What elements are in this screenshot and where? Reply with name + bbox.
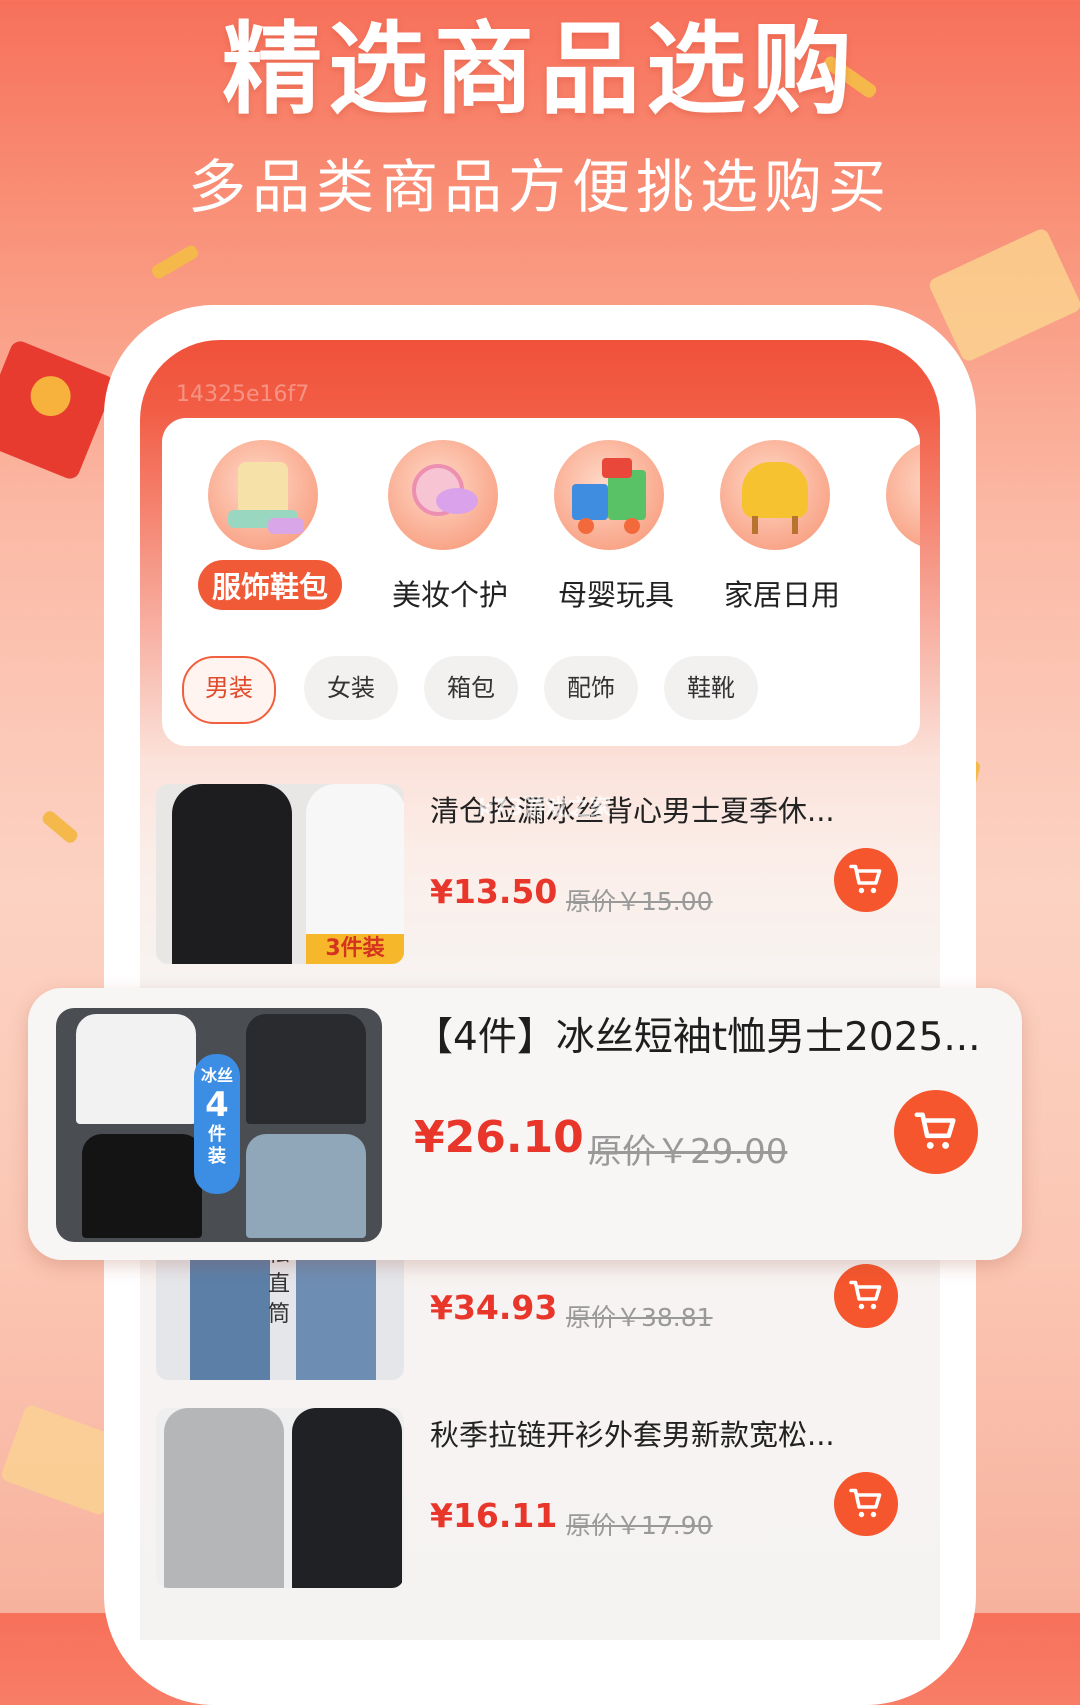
gold-bar-decoration	[927, 226, 1080, 364]
product-image: 3件装	[156, 784, 404, 964]
featured-product-card[interactable]: 冰丝 4 件装 【4件】冰丝短袖t恤男士2025... ¥26.10 原价￥29…	[28, 988, 1022, 1260]
product-title: 秋季拉链开衫外套男新款宽松...	[430, 1418, 835, 1452]
cosmetics-icon	[388, 440, 498, 550]
product-price: ¥13.50	[430, 872, 558, 911]
tab-accessories[interactable]: 配饰	[544, 656, 638, 720]
featured-product-original-price: 原价￥29.00	[588, 1132, 788, 1172]
category-toys[interactable]: 母婴玩具	[544, 440, 674, 618]
outdoor-icon	[886, 440, 920, 550]
category-home[interactable]: 家居日用	[710, 440, 840, 618]
category-label: 服饰鞋包	[198, 560, 343, 610]
featured-product-image: 冰丝 4 件装	[56, 1008, 382, 1242]
apparel-icon	[208, 440, 318, 550]
category-card: 服饰鞋包 美妆个护 母婴玩具 家居日用 男装 女装 箱包 配饰 鞋靴	[162, 418, 920, 746]
add-to-cart-button[interactable]	[834, 848, 898, 912]
badge-number: 4	[205, 1085, 229, 1125]
watermark: k73游戏之家	[478, 796, 612, 821]
category-apparel[interactable]: 服饰鞋包	[198, 440, 343, 610]
ribbon-decoration	[149, 243, 201, 281]
category-cosmetics[interactable]: 美妆个护	[378, 440, 508, 618]
product-item[interactable]: 秋季拉链开衫外套男新款宽松... ¥16.11 原价￥17.90	[156, 1408, 916, 1588]
featured-product-price: ¥26.10	[414, 1112, 584, 1163]
category-label: 家居日用	[724, 578, 841, 612]
armchair-icon	[720, 440, 830, 550]
hero-subtitle: 多品类商品方便挑选购买	[187, 153, 892, 221]
category-label: 美妆个护	[392, 578, 509, 612]
product-price: ¥16.11	[430, 1496, 558, 1535]
cart-icon	[849, 864, 882, 894]
product-price: ¥34.93	[430, 1288, 558, 1327]
add-to-cart-button[interactable]	[834, 1264, 898, 1328]
featured-badge: 冰丝 4 件装	[194, 1054, 240, 1194]
product-image	[156, 1408, 404, 1588]
red-envelope-decoration	[0, 338, 117, 482]
product-original-price: 原价￥38.81	[566, 1303, 713, 1332]
featured-add-to-cart-button[interactable]	[894, 1090, 978, 1174]
cart-icon	[849, 1488, 882, 1518]
badge-label: 冰丝	[200, 1066, 233, 1085]
hero-title: 精选商品选购	[222, 11, 858, 128]
tab-mens[interactable]: 男装	[182, 656, 276, 724]
tab-bags[interactable]: 箱包	[424, 656, 518, 720]
cart-icon	[914, 1112, 956, 1149]
product-original-price: 原价￥15.00	[566, 887, 713, 916]
toy-train-icon	[554, 440, 664, 550]
category-label: 户	[912, 568, 920, 618]
user-id: 14325e16f7	[176, 382, 310, 407]
product-badge: 3件装	[306, 934, 404, 964]
category-label: 母婴玩具	[558, 578, 675, 612]
product-original-price: 原价￥17.90	[566, 1511, 713, 1540]
tab-shoes[interactable]: 鞋靴	[664, 656, 758, 720]
tab-womens[interactable]: 女装	[304, 656, 398, 720]
add-to-cart-button[interactable]	[834, 1472, 898, 1536]
badge-unit: 件装	[208, 1124, 226, 1167]
featured-product-title: 【4件】冰丝短袖t恤男士2025...	[414, 1015, 981, 1060]
category-outdoor[interactable]: 户	[876, 440, 920, 618]
ribbon-decoration	[40, 808, 80, 846]
cart-icon	[849, 1280, 882, 1310]
